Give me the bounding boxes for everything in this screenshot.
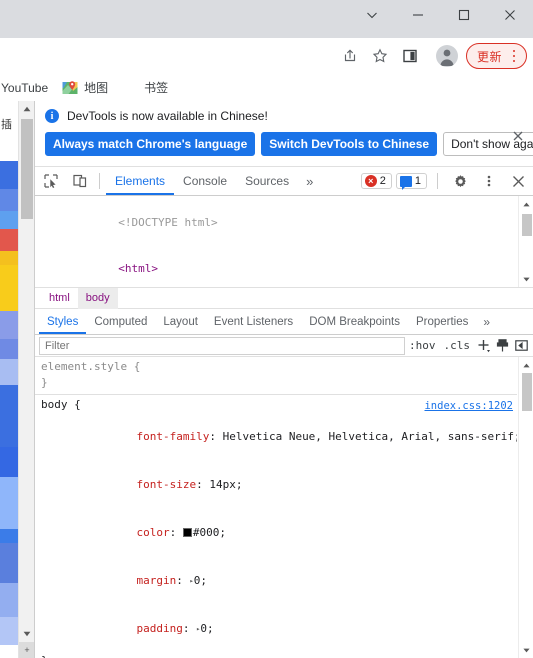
- tab-properties[interactable]: Properties: [408, 309, 476, 334]
- profile-avatar[interactable]: [432, 41, 462, 71]
- scroll-down-icon[interactable]: [19, 626, 35, 642]
- message-count-badge[interactable]: 1: [395, 173, 427, 190]
- devtools-language-notification: i DevTools is now available in Chinese! …: [35, 101, 533, 167]
- dom-scroll-up-icon[interactable]: [519, 197, 533, 211]
- dom-tree-panel: <!DOCTYPE html> <html> ▸<head>…</head> ⋯…: [35, 196, 533, 288]
- close-notification-icon[interactable]: [511, 129, 525, 143]
- tab-console[interactable]: Console: [174, 167, 236, 195]
- browser-window: 更新 YouTube 地图 书签 插 + i DevTools is now a…: [0, 0, 533, 658]
- css-origin-link[interactable]: index.css:1202: [424, 398, 513, 414]
- dom-scroll-down-icon[interactable]: [519, 272, 533, 286]
- info-icon: i: [45, 109, 59, 123]
- message-count: 1: [414, 175, 421, 187]
- css-declaration[interactable]: font-family: Helvetica Neue, Helvetica, …: [35, 413, 517, 461]
- css-rules-list[interactable]: element.style { } body { index.css:1202 …: [35, 357, 517, 658]
- tab-computed[interactable]: Computed: [86, 309, 155, 334]
- close-devtools-icon[interactable]: [505, 168, 531, 194]
- switch-devtools-language-button[interactable]: Switch DevTools to Chinese: [261, 132, 438, 156]
- tab-elements[interactable]: Elements: [106, 167, 174, 195]
- tab-sources[interactable]: Sources: [236, 167, 298, 195]
- devtools-panel: i DevTools is now available in Chinese! …: [34, 101, 533, 658]
- google-maps-icon: [62, 80, 78, 96]
- more-styles-tabs-icon[interactable]: »: [476, 315, 497, 329]
- tab-styles[interactable]: Styles: [39, 309, 86, 334]
- css-declaration[interactable]: padding: ▸0;: [35, 605, 517, 653]
- window-title-bar: [0, 0, 533, 38]
- styles-filter-row: :hov .cls: [35, 335, 533, 357]
- style-paste-icon[interactable]: [493, 336, 512, 355]
- error-count-badge[interactable]: × 2: [360, 173, 392, 189]
- scroll-up-icon[interactable]: [19, 101, 35, 117]
- update-button[interactable]: 更新: [465, 43, 527, 69]
- tab-search-button[interactable]: [349, 0, 395, 30]
- styles-rules-panel: element.style { } body { index.css:1202 …: [35, 357, 533, 658]
- devtools-tab-strip: Elements Console Sources » × 2 1: [35, 167, 533, 196]
- toggle-sidebar-icon[interactable]: [512, 336, 531, 355]
- scroll-corner: +: [19, 642, 35, 658]
- update-label: 更新: [476, 49, 502, 64]
- gear-icon[interactable]: [447, 168, 473, 194]
- dom-scrollbar-thumb[interactable]: [522, 214, 532, 236]
- css-declaration[interactable]: margin: ▸0;: [35, 557, 517, 605]
- window-controls: [349, 0, 533, 30]
- bookmark-label: YouTube: [1, 80, 49, 95]
- css-rule-element-style[interactable]: element.style { }: [35, 357, 517, 395]
- tab-event-listeners[interactable]: Event Listeners: [206, 309, 301, 334]
- hov-toggle[interactable]: :hov: [405, 339, 440, 352]
- css-declaration[interactable]: font-size: 14px;: [35, 461, 517, 509]
- styles-scrollbar[interactable]: [518, 357, 533, 658]
- avatar: [435, 45, 458, 67]
- minimize-button[interactable]: [395, 0, 441, 30]
- css-selector[interactable]: element.style {: [35, 359, 517, 375]
- kebab-menu-icon[interactable]: [506, 47, 522, 65]
- inspect-element-icon[interactable]: [38, 168, 64, 194]
- page-scrollbar[interactable]: +: [18, 101, 35, 658]
- breadcrumb-item-html[interactable]: html: [41, 288, 78, 309]
- share-icon[interactable]: [336, 42, 364, 70]
- dom-tree-scrollbar[interactable]: [518, 196, 533, 287]
- browser-toolbar: 更新: [0, 38, 533, 74]
- filter-input[interactable]: [39, 336, 405, 355]
- css-declaration[interactable]: color: #000;: [35, 509, 517, 557]
- bookmark-item-maps[interactable]: 地图: [55, 77, 115, 99]
- bookmarks-bar: YouTube 地图 书签: [0, 74, 533, 101]
- notification-message: DevTools is now available in Chinese!: [67, 109, 268, 123]
- side-panel-icon[interactable]: [396, 42, 424, 70]
- css-rule-body-index[interactable]: body { index.css:1202 font-family: Helve…: [35, 395, 517, 658]
- bookmark-label: 地图: [84, 81, 109, 95]
- toolbar-divider: [99, 173, 100, 189]
- styles-scroll-down-icon[interactable]: [519, 643, 533, 657]
- styles-tab-strip: Styles Computed Layout Event Listeners D…: [35, 309, 533, 335]
- styles-scrollbar-thumb[interactable]: [522, 373, 532, 411]
- error-count: 2: [379, 175, 386, 187]
- devtools-kebab-menu-icon[interactable]: [476, 168, 502, 194]
- close-button[interactable]: [487, 0, 533, 30]
- tab-dom-breakpoints[interactable]: DOM Breakpoints: [301, 309, 408, 334]
- bookmark-item-youtube[interactable]: YouTube: [0, 77, 55, 99]
- maximize-button[interactable]: [441, 0, 487, 30]
- error-icon: ×: [364, 175, 377, 187]
- styles-scroll-up-icon[interactable]: [519, 358, 533, 372]
- color-swatch[interactable]: [182, 528, 192, 537]
- cls-toggle[interactable]: .cls: [440, 339, 475, 352]
- bookmark-star-icon[interactable]: [366, 42, 394, 70]
- bookmark-item-folder[interactable]: 书签: [115, 77, 175, 99]
- plus-icon[interactable]: [474, 336, 493, 355]
- tab-layout[interactable]: Layout: [155, 309, 206, 334]
- dom-line-doctype[interactable]: <!DOCTYPE html>: [35, 199, 517, 246]
- dom-tree[interactable]: <!DOCTYPE html> <html> ▸<head>…</head> ⋯…: [35, 196, 517, 287]
- page-content-sliver: 插: [0, 101, 18, 658]
- more-tabs-icon[interactable]: »: [298, 174, 321, 189]
- page-scrollbar-thumb[interactable]: [21, 119, 33, 219]
- breadcrumb-item-body[interactable]: body: [77, 287, 118, 309]
- always-match-language-button[interactable]: Always match Chrome's language: [45, 132, 256, 156]
- device-toolbar-icon[interactable]: [67, 168, 93, 194]
- folder-icon: [122, 80, 138, 96]
- dom-line-html[interactable]: <html>: [35, 246, 517, 287]
- message-icon: [399, 175, 412, 190]
- toolbar-divider-2: [437, 173, 438, 189]
- bookmark-label: 书签: [144, 81, 169, 95]
- breadcrumb: html body: [35, 287, 533, 309]
- page-sliver-text: 插: [1, 119, 12, 131]
